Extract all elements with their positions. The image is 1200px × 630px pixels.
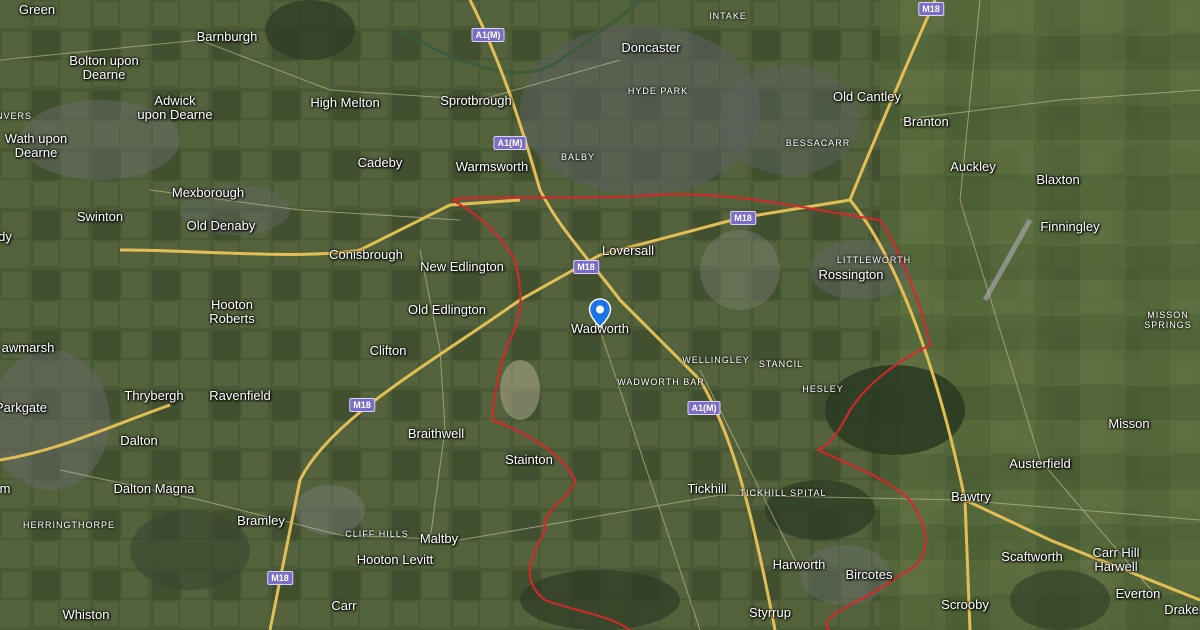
place-label-auckley[interactable]: Auckley bbox=[950, 160, 996, 174]
road-shield-a1m-south: A1(M) bbox=[687, 401, 721, 415]
place-label-dy[interactable]: dy bbox=[0, 230, 12, 244]
place-label-branton[interactable]: Branton bbox=[903, 115, 949, 129]
place-label-finningley[interactable]: Finningley bbox=[1040, 220, 1099, 234]
place-label-mexborough[interactable]: Mexborough bbox=[172, 186, 244, 200]
road-shield-m18-west: M18 bbox=[349, 398, 375, 412]
place-label-styrrup[interactable]: Styrrup bbox=[749, 606, 791, 620]
place-label-barnburgh[interactable]: Barnburgh bbox=[197, 30, 258, 44]
locality-label-hesley: HESLEY bbox=[802, 384, 844, 394]
place-label-blaxton[interactable]: Blaxton bbox=[1036, 173, 1079, 187]
place-label-maltby[interactable]: Maltby bbox=[420, 532, 458, 546]
place-label-tickhill[interactable]: Tickhill bbox=[687, 482, 726, 496]
place-label-hooton-levitt[interactable]: Hooton Levitt bbox=[357, 553, 434, 567]
place-label-warmsworth[interactable]: Warmsworth bbox=[456, 160, 528, 174]
road-shield-a1m-top: A1(M) bbox=[471, 28, 505, 42]
locality-label-bessacarr: BESSACARR bbox=[785, 138, 851, 148]
place-label-hooton-roberts[interactable]: Hooton Roberts bbox=[209, 298, 255, 326]
satellite-map[interactable]: Green Barnburgh Bolton upon Dearne Adwick u… bbox=[0, 0, 1200, 630]
place-label-ravenfield[interactable]: Ravenfield bbox=[209, 389, 270, 403]
place-label-misson[interactable]: Misson bbox=[1108, 417, 1149, 431]
location-pin-icon[interactable] bbox=[588, 298, 612, 328]
place-label-dalton-magna[interactable]: Dalton Magna bbox=[114, 482, 195, 496]
locality-label-stancil: STANCIL bbox=[758, 359, 804, 369]
locality-label-hyde-park: HYDE PARK bbox=[627, 86, 689, 96]
place-label-bawtry[interactable]: Bawtry bbox=[951, 490, 991, 504]
place-label-green[interactable]: Green bbox=[19, 3, 55, 17]
place-label-braithwell[interactable]: Braithwell bbox=[408, 427, 464, 441]
road-shield-m18-east: M18 bbox=[730, 211, 756, 225]
place-label-adwick-upon-dearne[interactable]: Adwick upon Dearne bbox=[137, 94, 212, 122]
locality-label-intake: INTAKE bbox=[709, 11, 747, 21]
road-shield-m18-south: M18 bbox=[267, 571, 293, 585]
place-label-swinton[interactable]: Swinton bbox=[77, 210, 123, 224]
place-label-sprotbrough[interactable]: Sprotbrough bbox=[440, 94, 512, 108]
place-label-awmarsh[interactable]: awmarsh bbox=[2, 341, 55, 355]
road-shield-m18-loversall: M18 bbox=[573, 260, 599, 274]
place-label-wath-upon-dearne[interactable]: Wath upon Dearne bbox=[5, 132, 67, 160]
road-shield-a1m-mid: A1(M) bbox=[493, 136, 527, 150]
place-label-parkgate[interactable]: Parkgate bbox=[0, 401, 47, 415]
place-label-cadeby[interactable]: Cadeby bbox=[358, 156, 403, 170]
road-shield-m18-top: M18 bbox=[918, 2, 944, 16]
locality-label-balby: BALBY bbox=[560, 152, 596, 162]
place-label-new-edlington[interactable]: New Edlington bbox=[420, 260, 504, 274]
locality-label-cliff-hills: CLIFF HILLS bbox=[345, 529, 409, 539]
place-label-old-denaby[interactable]: Old Denaby bbox=[187, 219, 256, 233]
locality-label-wadworth-bar: WADWORTH BAR bbox=[617, 377, 705, 387]
place-label-conisbrough[interactable]: Conisbrough bbox=[329, 248, 403, 262]
place-label-clifton[interactable]: Clifton bbox=[370, 344, 407, 358]
place-label-scrooby[interactable]: Scrooby bbox=[941, 598, 989, 612]
place-label-loversall[interactable]: Loversall bbox=[602, 244, 654, 258]
place-label-carr[interactable]: Carr bbox=[331, 599, 356, 613]
locality-label-wellingley: WELLINGLEY bbox=[682, 355, 750, 365]
locality-label-littleworth: LITTLEWORTH bbox=[836, 255, 912, 265]
place-label-high-melton[interactable]: High Melton bbox=[310, 96, 379, 110]
place-label-stainton[interactable]: Stainton bbox=[505, 453, 553, 467]
place-label-doncaster[interactable]: Doncaster bbox=[621, 41, 680, 55]
place-label-harworth[interactable]: Harworth bbox=[773, 558, 826, 572]
place-label-m[interactable]: m bbox=[0, 482, 10, 496]
place-label-dalton[interactable]: Dalton bbox=[120, 434, 158, 448]
place-label-scaftworth[interactable]: Scaftworth bbox=[1001, 550, 1062, 564]
place-label-bramley[interactable]: Bramley bbox=[237, 514, 285, 528]
place-label-austerfield[interactable]: Austerfield bbox=[1009, 457, 1070, 471]
place-label-everton[interactable]: Everton bbox=[1116, 587, 1161, 601]
locality-label-missen-springs: MISSON SPRINGS bbox=[1144, 310, 1192, 330]
place-label-bolton-upon-dearne[interactable]: Bolton upon Dearne bbox=[69, 54, 138, 82]
place-label-rossington[interactable]: Rossington bbox=[818, 268, 883, 282]
place-label-bircotes[interactable]: Bircotes bbox=[846, 568, 893, 582]
place-label-drakel[interactable]: Drakel bbox=[1164, 603, 1200, 617]
place-label-carr-hill-harwell[interactable]: Carr Hill Harwell bbox=[1093, 546, 1140, 574]
locality-label-nvers: NVERS bbox=[0, 111, 33, 121]
place-label-old-edlington[interactable]: Old Edlington bbox=[408, 303, 486, 317]
locality-label-tickhill-spital: TICKHILL SPITAL bbox=[739, 488, 827, 498]
place-label-whiston[interactable]: Whiston bbox=[63, 608, 110, 622]
place-label-old-cantley[interactable]: Old Cantley bbox=[833, 90, 901, 104]
locality-label-herringthorpe: HERRINGTHORPE bbox=[22, 520, 116, 530]
place-label-thrybergh[interactable]: Thrybergh bbox=[124, 389, 183, 403]
